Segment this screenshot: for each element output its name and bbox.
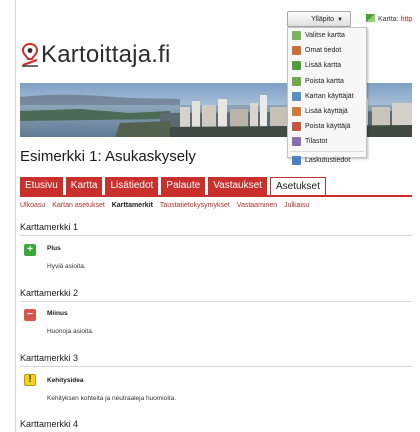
menu-item-label: Valitse kartta [305,32,345,40]
admin-menu-label: Ylläpito [311,16,335,23]
marker-1-description: Hyviä asioita. [47,263,86,270]
divider [20,301,412,302]
marker-2-description: Huonoja asioita. [47,328,94,335]
map-link[interactable]: Kartta: http [366,14,412,23]
marker-2-heading: Karttamerkki 2 [20,288,79,298]
subnav-ulkoasu[interactable]: Ulkoasu [20,202,45,209]
logo-text: Kartoittaja.fi [41,41,171,68]
marker-1-name: Plus [47,245,61,252]
map-select-icon [292,31,301,41]
pin-logo-icon [21,42,39,67]
menu-item-label: Tilastot [305,138,328,146]
stats-icon [292,137,301,147]
page-title: Esimerkki 1: Asukaskysely [20,148,196,165]
menu-item-label: Laskutustiedot [305,156,351,164]
tab-lisatiedot[interactable]: Lisätiedot [105,177,159,195]
divider [20,366,412,367]
user-remove-icon [292,122,301,132]
menu-item-label: Omat tiedot [305,47,342,55]
menu-divider [290,150,364,152]
marker-3-description: Kehityksen kohteita ja neutraaleja huomi… [47,395,176,402]
main-tabs: Etusivu Kartta Lisätiedot Palaute Vastau… [20,177,329,196]
menu-item-kartan-kayttajat[interactable]: Kartan käyttäjät [288,89,366,104]
subnav-karttamerkit[interactable]: Karttamerkit [112,202,153,209]
menu-item-laskutustiedot[interactable]: Laskutustiedot [288,153,366,168]
marker-3-name: Kehitysidea [47,377,84,384]
billing-icon [292,155,301,165]
chevron-down-icon: ▼ [337,17,343,23]
map-icon [366,14,375,22]
tab-vastaukset[interactable]: Vastaukset [208,177,267,195]
plus-marker-icon[interactable]: + [24,244,36,256]
admin-dropdown-menu: Valitse kartta Omat tiedot Lisää kartta … [287,27,367,165]
subnav-kartan-asetukset[interactable]: Kartan asetukset [52,202,105,209]
menu-item-label: Poista käyttäjä [305,123,351,131]
menu-item-omat-tiedot[interactable]: Omat tiedot [288,43,366,58]
map-users-icon [292,91,301,101]
divider [20,235,412,236]
admin-menu-button[interactable]: Ylläpito ▼ [287,11,351,27]
tab-kartta[interactable]: Kartta [65,177,103,195]
map-add-icon [292,61,301,71]
tab-asetukset[interactable]: Asetukset [269,177,326,196]
subnav-taustatietokysymykset[interactable]: Taustatietokysymykset [160,202,230,209]
site-logo[interactable]: Kartoittaja.fi [20,40,171,70]
menu-item-poista-kayttaja[interactable]: Poista käyttäjä [288,119,366,134]
minus-marker-icon[interactable]: − [24,309,36,321]
menu-item-tilastot[interactable]: Tilastot [288,134,366,149]
tabs-underline [20,195,412,197]
subnav-vastaaminen[interactable]: Vastaaminen [237,202,277,209]
menu-item-lisaa-kayttaja[interactable]: Lisää käyttäjä [288,104,366,119]
idea-marker-icon[interactable]: ! [24,374,36,386]
tab-etusivu[interactable]: Etusivu [20,177,63,195]
page-left-border [15,0,16,432]
menu-item-lisaa-kartta[interactable]: Lisää kartta [288,58,366,73]
menu-item-label: Lisää kartta [305,62,342,70]
marker-1-heading: Karttamerkki 1 [20,222,79,232]
menu-item-poista-kartta[interactable]: Poista kartta [288,74,366,89]
menu-item-label: Poista kartta [305,77,344,85]
map-remove-icon [292,76,301,86]
marker-4-heading: Karttamerkki 4 [20,419,79,429]
subnav-julkaisu[interactable]: Julkaisu [284,202,309,209]
tab-palaute[interactable]: Palaute [161,177,206,195]
user-add-icon [292,107,301,117]
marker-2-name: Miinus [47,310,68,317]
menu-item-label: Lisää käyttäjä [305,108,348,116]
map-link-label: Kartta: [378,16,399,23]
user-icon [292,46,301,56]
settings-subnav: Ulkoasu Kartan asetukset Karttamerkit Ta… [20,202,314,209]
marker-3-heading: Karttamerkki 3 [20,353,79,363]
map-link-url[interactable]: http [401,16,413,23]
menu-item-label: Kartan käyttäjät [305,92,354,100]
menu-item-valitse-kartta[interactable]: Valitse kartta [288,28,366,43]
